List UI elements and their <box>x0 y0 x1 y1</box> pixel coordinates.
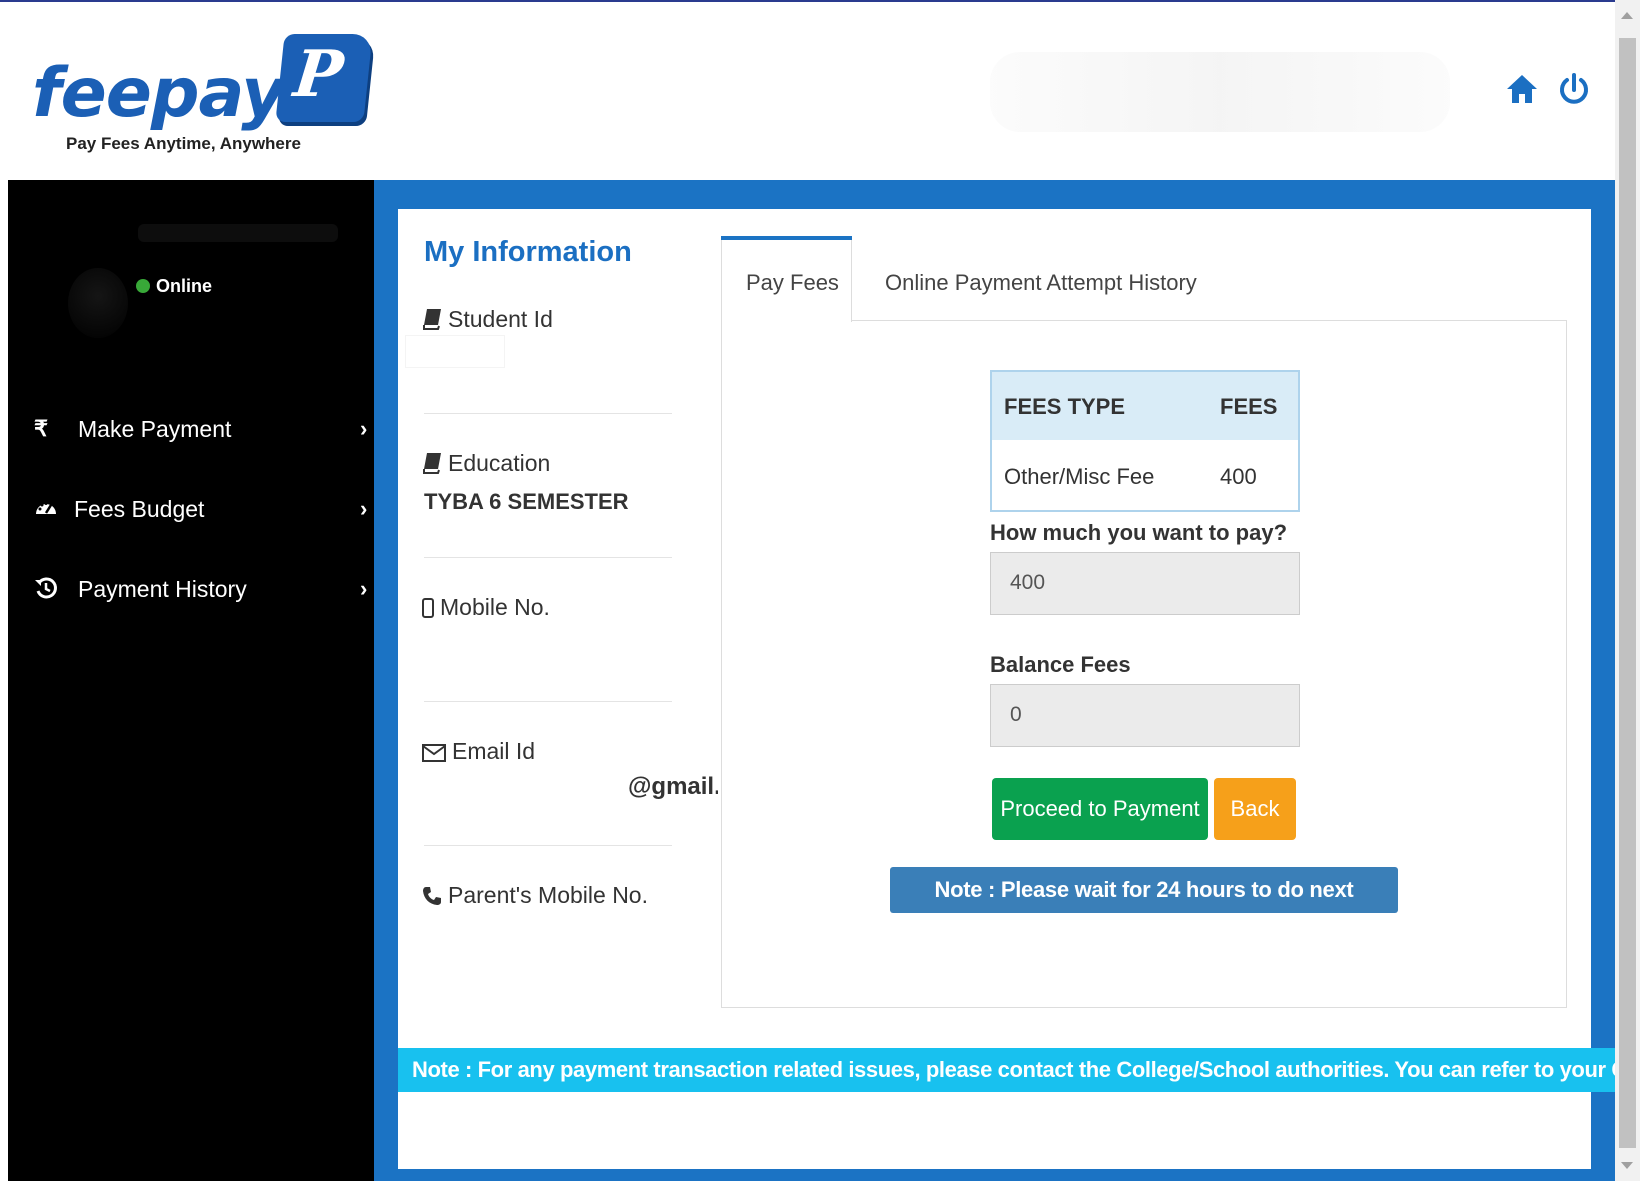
phone-icon <box>423 887 441 905</box>
book-icon <box>423 453 441 474</box>
fees-type-cell: Other/Misc Fee <box>1004 464 1155 489</box>
education-label: Education <box>422 450 550 477</box>
fees-header: FEES <box>1220 394 1278 419</box>
divider <box>424 845 672 846</box>
logo-wordmark: feepayr <box>32 54 318 133</box>
online-status: Online <box>136 276 212 297</box>
pay-amount-input[interactable]: 400 <box>990 552 1300 615</box>
education-value: TYBA 6 SEMESTER <box>424 489 629 514</box>
mobile-label-text: Mobile No. <box>440 594 550 620</box>
email-label-text: Email Id <box>452 738 536 764</box>
sidebar-item-label: Payment History <box>78 576 247 602</box>
rupee-icon: ₹ <box>34 416 48 441</box>
email-label: Email Id <box>422 738 535 765</box>
logo-badge-letter: P <box>290 37 347 112</box>
divider <box>424 413 672 414</box>
fees-amount-cell: 400 <box>1220 464 1257 489</box>
history-icon <box>34 576 60 602</box>
student-id-label: Student Id <box>422 306 553 333</box>
fees-table-header: FEES TYPE FEES <box>992 372 1298 440</box>
balance-fees-input: 0 <box>990 684 1300 747</box>
pay-amount-label: How much you want to pay? <box>990 520 1288 545</box>
chevron-right-icon: › <box>360 576 368 601</box>
sidebar: Online ₹ Make Payment › Fees Budget › Pa… <box>8 180 374 1181</box>
parent-mobile-label: Parent's Mobile No. <box>422 882 648 909</box>
home-icon[interactable] <box>1505 72 1543 112</box>
tab-online-payment-attempt-history[interactable]: Online Payment Attempt History <box>885 270 1197 296</box>
dashboard-icon <box>34 496 60 522</box>
online-status-label: Online <box>156 276 213 296</box>
vertical-scrollbar[interactable] <box>1615 0 1640 1181</box>
fees-table: FEES TYPE FEES Other/Misc Fee 400 <box>990 370 1300 512</box>
parent-mobile-label-text: Parent's Mobile No. <box>448 882 648 908</box>
header: feepayr P Pay Fees Anytime, Anywhere <box>0 2 1615 180</box>
sidebar-item-payment-history[interactable]: Payment History › <box>34 568 374 614</box>
bottom-note-banner: Note : For any payment transaction relat… <box>398 1048 1615 1092</box>
fees-type-header: FEES TYPE <box>1004 394 1126 419</box>
sidebar-item-label: Make Payment <box>78 416 232 442</box>
scroll-down-arrow-icon[interactable] <box>1621 1162 1633 1169</box>
tab-pay-fees[interactable]: Pay Fees <box>746 270 839 296</box>
sidebar-item-make-payment[interactable]: ₹ Make Payment › <box>34 408 374 454</box>
book-icon <box>423 309 441 330</box>
wait-note: Note : Please wait for 24 hours to do ne… <box>890 867 1398 948</box>
scroll-up-arrow-icon[interactable] <box>1621 12 1633 19</box>
power-icon[interactable] <box>1557 72 1595 112</box>
chevron-right-icon: › <box>360 496 368 521</box>
my-information-title: My Information <box>424 236 632 268</box>
active-tab-indicator <box>721 236 852 240</box>
avatar <box>68 268 128 338</box>
balance-fees-label: Balance Fees <box>990 652 1131 677</box>
proceed-to-payment-button[interactable]: Proceed to Payment <box>992 778 1208 840</box>
feepayr-logo[interactable]: feepayr P Pay Fees Anytime, Anywhere <box>32 32 373 162</box>
blurred-user-name <box>138 224 338 242</box>
chevron-right-icon: › <box>360 416 368 441</box>
back-button[interactable]: Back <box>1214 778 1296 840</box>
divider <box>424 557 672 558</box>
mobile-label: Mobile No. <box>422 594 550 621</box>
email-value: @gmail.c <box>628 773 718 800</box>
divider <box>424 701 672 702</box>
education-label-text: Education <box>448 450 551 476</box>
mobile-phone-icon <box>422 598 434 618</box>
scrollbar-thumb[interactable] <box>1619 38 1636 1148</box>
logo-badge: P <box>275 34 373 122</box>
envelope-icon <box>422 744 446 762</box>
student-id-value <box>405 335 505 368</box>
online-dot-icon <box>136 279 150 293</box>
logo-tagline: Pay Fees Anytime, Anywhere <box>66 134 301 153</box>
student-id-label-text: Student Id <box>448 306 553 332</box>
sidebar-item-fees-budget[interactable]: Fees Budget › <box>34 488 374 534</box>
sidebar-item-label: Fees Budget <box>74 496 205 522</box>
blurred-header-info <box>990 52 1450 132</box>
